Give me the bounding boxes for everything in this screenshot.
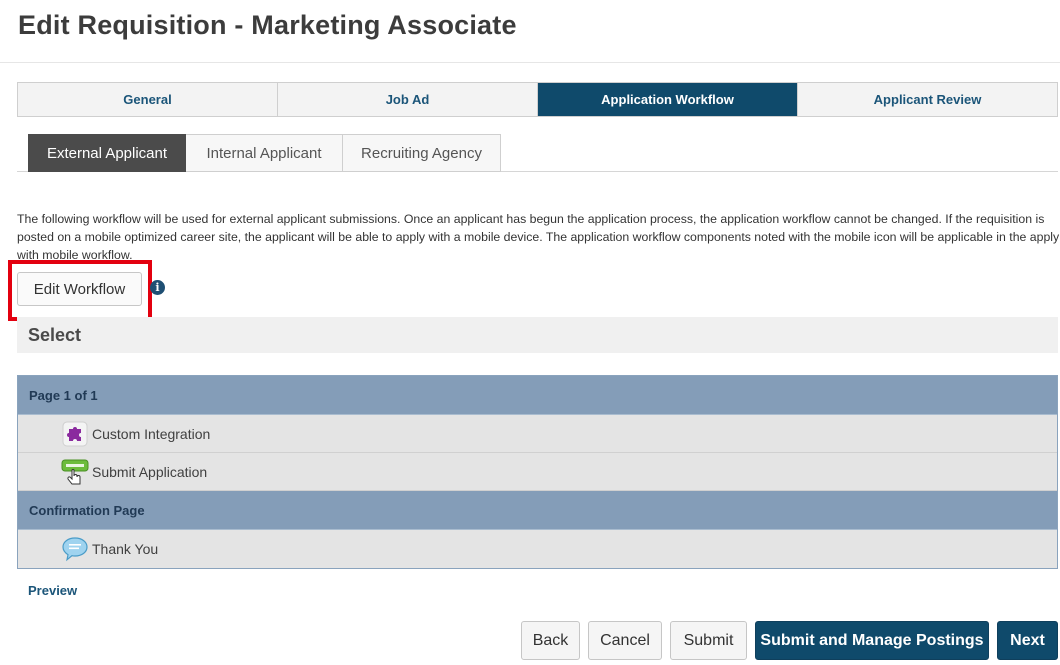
workflow-item-label: Custom Integration xyxy=(92,425,211,442)
subtab-external-applicant[interactable]: External Applicant xyxy=(28,134,186,172)
cancel-button[interactable]: Cancel xyxy=(588,621,662,660)
sub-tabs: External Applicant Internal Applicant Re… xyxy=(28,134,501,172)
workflow-item-label: Submit Application xyxy=(92,463,208,480)
tab-application-workflow[interactable]: Application Workflow xyxy=(538,83,798,116)
speech-bubble-icon xyxy=(61,535,89,563)
tab-applicant-review[interactable]: Applicant Review xyxy=(798,83,1057,116)
submit-manage-postings-button[interactable]: Submit and Manage Postings xyxy=(755,621,989,660)
page-header: Page 1 of 1 xyxy=(18,376,1057,415)
title-divider xyxy=(0,62,1060,63)
workflow-list: Page 1 of 1 Custom Integration Submit Ap… xyxy=(17,375,1058,569)
list-item: Thank You xyxy=(18,530,1057,568)
select-heading: Select xyxy=(17,317,1058,353)
list-item: Submit Application xyxy=(18,453,1057,491)
info-icon[interactable]: i xyxy=(150,280,165,295)
tab-general[interactable]: General xyxy=(18,83,278,116)
main-tabs: General Job Ad Application Workflow Appl… xyxy=(17,82,1058,117)
tab-job-ad[interactable]: Job Ad xyxy=(278,83,538,116)
workflow-item-label: Thank You xyxy=(92,541,159,557)
submit-button[interactable]: Submit xyxy=(670,621,747,660)
list-item: Custom Integration xyxy=(18,415,1057,453)
preview-link[interactable]: Preview xyxy=(28,583,77,598)
puzzle-icon xyxy=(61,420,89,448)
confirmation-header: Confirmation Page xyxy=(18,491,1057,530)
next-button[interactable]: Next xyxy=(997,621,1058,660)
subtab-internal-applicant[interactable]: Internal Applicant xyxy=(186,134,343,172)
workflow-description: The following workflow will be used for … xyxy=(17,212,1060,262)
submit-hand-icon xyxy=(61,458,89,486)
edit-workflow-button[interactable]: Edit Workflow xyxy=(17,272,142,306)
page-title: Edit Requisition - Marketing Associate xyxy=(18,10,517,40)
back-button[interactable]: Back xyxy=(521,621,580,660)
subtab-recruiting-agency[interactable]: Recruiting Agency xyxy=(343,134,501,172)
